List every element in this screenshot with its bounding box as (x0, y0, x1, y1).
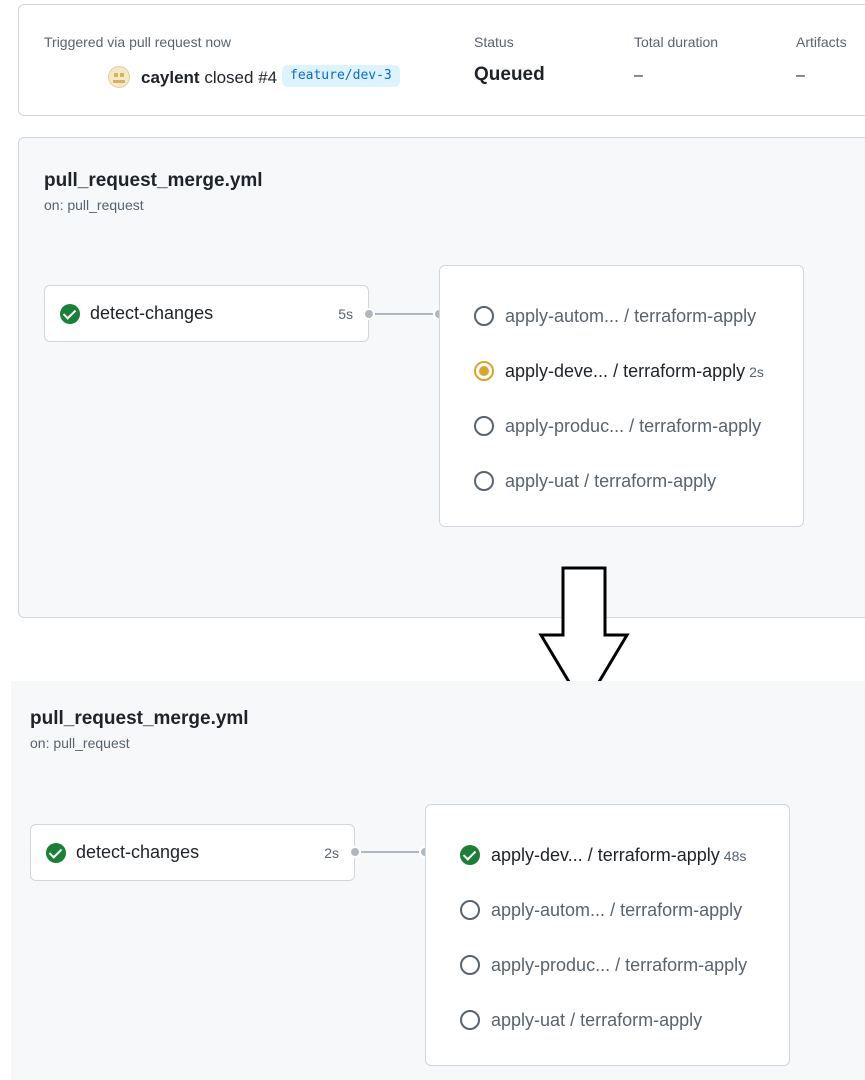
connector-dot-icon (363, 308, 375, 320)
workflow-file-title[interactable]: pull_request_merge.yml (30, 708, 249, 730)
job-detect-changes[interactable]: detect-changes 2s (30, 824, 355, 881)
actor-avatar[interactable] (108, 66, 130, 88)
actor-name[interactable]: caylent (141, 68, 200, 87)
matrix-job-apply-production[interactable]: apply-produc... / terraform-apply (426, 950, 789, 980)
status-value: Queued (474, 64, 545, 85)
workflow-graph-after: pull_request_merge.yml on: pull_request … (11, 681, 865, 1080)
total-duration-label: Total duration (634, 34, 719, 50)
job-connector (375, 313, 433, 315)
matrix-job-label: apply-produc... / terraform-apply (491, 955, 748, 975)
job-detect-changes[interactable]: detect-changes 5s (44, 285, 369, 342)
job-duration: 48s (723, 848, 747, 864)
pending-circle-icon (474, 471, 494, 491)
matrix-job-label: apply-produc... / terraform-apply (505, 416, 762, 436)
matrix-job-group: apply-autom... / terraform-apply apply-d… (439, 265, 804, 527)
matrix-job-apply-automation[interactable]: apply-autom... / terraform-apply (426, 895, 789, 925)
in-progress-icon (474, 361, 494, 381)
job-connector (361, 851, 419, 853)
matrix-job-apply-automation[interactable]: apply-autom... / terraform-apply (440, 301, 803, 331)
run-summary: Triggered via pull request now caylent c… (18, 4, 865, 116)
pending-circle-icon (460, 1010, 480, 1030)
trigger-detail: caylent closed #4 (141, 68, 277, 88)
workflow-trigger: on: pull_request (44, 197, 144, 213)
artifacts-value: – (796, 67, 805, 84)
success-check-icon (460, 845, 480, 865)
job-duration: 2s (324, 845, 339, 861)
matrix-job-label: apply-autom... / terraform-apply (505, 306, 757, 326)
trigger-action[interactable]: closed #4 (204, 68, 277, 87)
total-duration-value: – (634, 67, 643, 84)
matrix-job-label: apply-dev... / terraform-apply 48s (491, 845, 747, 865)
success-check-icon (46, 843, 66, 863)
pending-circle-icon (460, 955, 480, 975)
job-duration: 2s (749, 364, 764, 380)
workflow-trigger: on: pull_request (30, 735, 130, 751)
artifacts-label: Artifacts (796, 34, 847, 50)
matrix-job-label: apply-uat / terraform-apply (505, 471, 717, 491)
trigger-label: Triggered via pull request now (44, 34, 232, 50)
success-check-icon (60, 304, 80, 324)
job-name: detect-changes (76, 842, 200, 862)
workflow-file-title[interactable]: pull_request_merge.yml (44, 170, 263, 192)
matrix-job-apply-production[interactable]: apply-produc... / terraform-apply (440, 411, 803, 441)
matrix-job-label: apply-deve... / terraform-apply 2s (505, 361, 764, 381)
pending-circle-icon (460, 900, 480, 920)
workflow-graph-before: pull_request_merge.yml on: pull_request … (18, 137, 865, 618)
matrix-job-apply-dev[interactable]: apply-deve... / terraform-apply 2s (440, 356, 803, 386)
pending-circle-icon (474, 416, 494, 436)
matrix-job-label: apply-uat / terraform-apply (491, 1010, 703, 1030)
job-duration: 5s (338, 306, 353, 322)
matrix-job-label: apply-autom... / terraform-apply (491, 900, 743, 920)
status-label: Status (474, 34, 514, 50)
matrix-job-apply-uat[interactable]: apply-uat / terraform-apply (426, 1005, 789, 1035)
matrix-job-apply-dev[interactable]: apply-dev... / terraform-apply 48s (426, 840, 789, 870)
matrix-job-apply-uat[interactable]: apply-uat / terraform-apply (440, 466, 803, 496)
connector-dot-icon (349, 846, 361, 858)
pending-circle-icon (474, 306, 494, 326)
job-name: detect-changes (90, 303, 214, 323)
branch-badge[interactable]: feature/dev-3 (282, 65, 400, 87)
matrix-job-group: apply-dev... / terraform-apply 48s apply-… (425, 804, 790, 1066)
